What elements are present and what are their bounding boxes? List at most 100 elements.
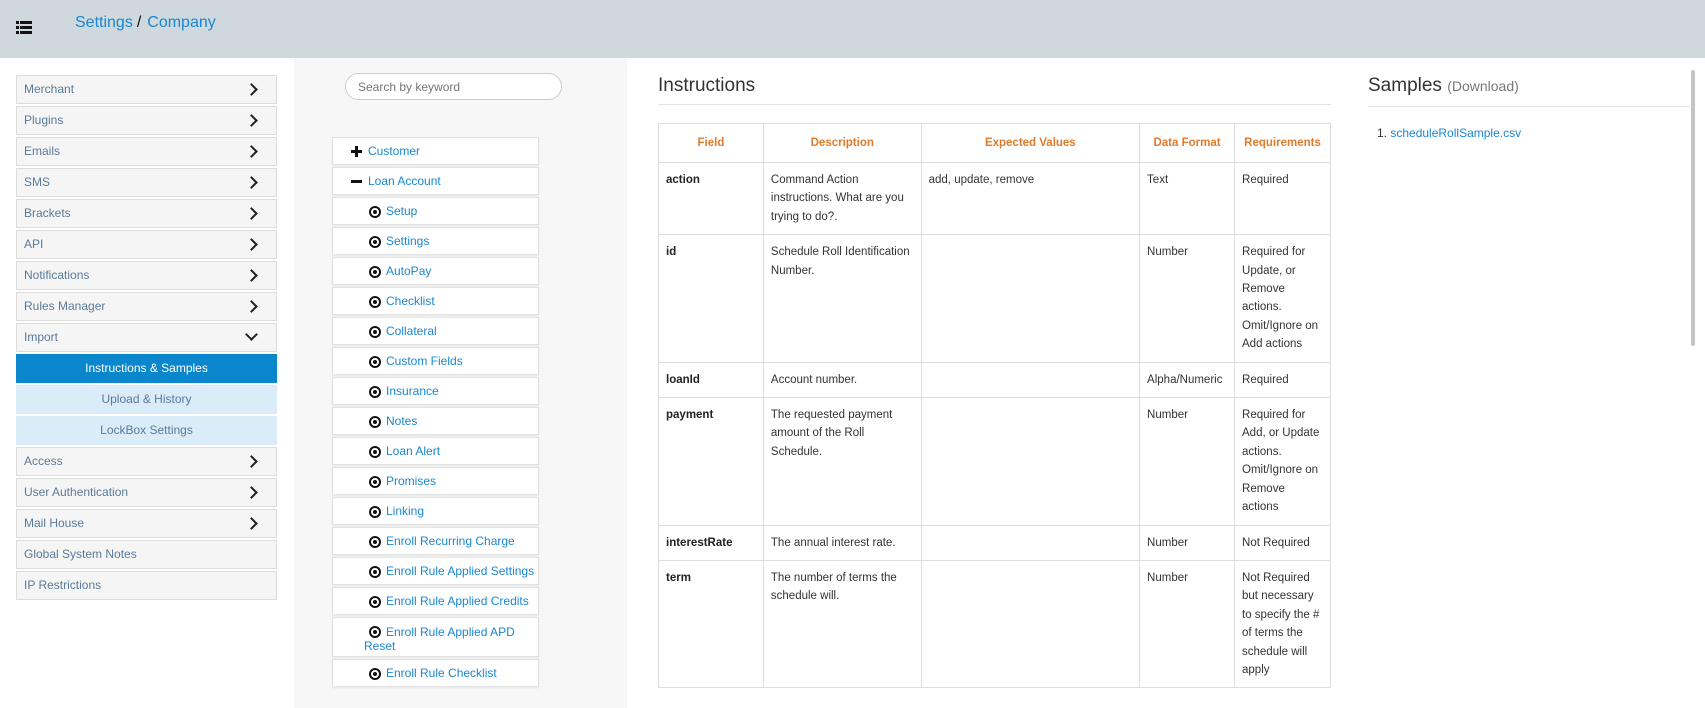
cell-requirements: Required [1234, 161, 1331, 236]
sidebar-item-global-system-notes[interactable]: Global System Notes [16, 540, 277, 569]
cell-field: loanId [658, 361, 764, 399]
sidebar-item-rules-manager[interactable]: Rules Manager [16, 292, 277, 321]
sidebar-item-label: IP Restrictions [24, 578, 102, 592]
tree-item-label-line2: Reset [364, 639, 396, 653]
tree-item-enroll-recurring-charge[interactable]: Enroll Recurring Charge [332, 527, 539, 555]
cell-requirements: Required [1234, 361, 1331, 399]
tree-item-loan-account[interactable]: Loan Account [332, 167, 539, 195]
sidebar-item-brackets[interactable]: Brackets [16, 199, 277, 228]
tree-item-label: Setup [386, 204, 418, 218]
cell-requirements: Not Required [1234, 524, 1331, 561]
cell-format: Alpha/Numeric [1139, 361, 1236, 399]
cell-format: Number [1139, 234, 1236, 363]
import-tree: Customer Loan Account Setup Settings AutoP… [332, 137, 539, 689]
tree-item-loan-alert[interactable]: Loan Alert [332, 437, 539, 465]
chevron-right-icon [245, 486, 258, 499]
tree-item-label: Promises [386, 474, 437, 488]
cell-expected [920, 361, 1141, 399]
samples-title: Samples (Download) [1368, 75, 1519, 97]
tree-item-label: Checklist [386, 294, 435, 308]
radio-dot-icon [369, 416, 381, 428]
cell-description: Account number. [762, 361, 922, 399]
tree-item-collateral[interactable]: Collateral [332, 317, 539, 345]
tree-item-label: Collateral [386, 324, 437, 338]
tree-item-label: Notes [386, 414, 418, 428]
sidebar-item-api[interactable]: API [16, 230, 277, 259]
tree-item-label: Loan Account [368, 174, 441, 188]
tree-item-settings[interactable]: Settings [332, 227, 539, 255]
tree-item-setup[interactable]: Setup [332, 197, 539, 225]
sidebar-item-notifications[interactable]: Notifications [16, 261, 277, 290]
sidebar-item-mail-house[interactable]: Mail House [16, 509, 277, 538]
sidebar-item-label: Import [24, 330, 59, 344]
tree-item-label: Loan Alert [386, 444, 441, 458]
table-row: interestRate The annual interest rate. Num… [658, 524, 1331, 561]
sidebar-item-sms[interactable]: SMS [16, 168, 277, 197]
radio-dot-icon [369, 386, 381, 398]
cell-field: interestRate [658, 524, 764, 561]
cell-requirements: Required for Add, or Update actions. Omi… [1234, 397, 1331, 526]
tree-item-linking[interactable]: Linking [332, 497, 539, 525]
settings-sidebar: Merchant Plugins Emails SMS Brackets API Notif… [16, 75, 277, 602]
minus-icon[interactable] [351, 180, 362, 183]
radio-dot-icon [369, 506, 381, 518]
sidebar-item-user-authentication[interactable]: User Authentication [16, 478, 277, 507]
sidebar-item-merchant[interactable]: Merchant [16, 75, 277, 104]
cell-description: The annual interest rate. [762, 524, 922, 561]
menu-icon[interactable] [16, 21, 32, 35]
download-link[interactable]: (Download) [1447, 78, 1519, 94]
tree-item-checklist[interactable]: Checklist [332, 287, 539, 315]
tree-item-label: Enroll Rule Applied Credits [386, 594, 529, 608]
tree-item-label: Customer [368, 144, 421, 158]
divider [658, 104, 1331, 105]
search-input[interactable] [345, 73, 562, 100]
plus-icon[interactable] [351, 146, 362, 157]
tree-item-label: Settings [386, 234, 430, 248]
sidebar-item-access[interactable]: Access [16, 447, 277, 476]
tree-item-insurance[interactable]: Insurance [332, 377, 539, 405]
tree-item-enroll-rule-applied-apd-reset[interactable]: Enroll Rule Applied APD Reset [332, 617, 539, 657]
tree-item-promises[interactable]: Promises [332, 467, 539, 495]
radio-dot-icon [369, 536, 381, 548]
sample-file-link[interactable]: scheduleRollSample.csv [1390, 126, 1521, 140]
breadcrumb-settings[interactable]: Settings [75, 14, 133, 31]
tree-item-autopay[interactable]: AutoPay [332, 257, 539, 285]
cell-format: Number [1139, 524, 1236, 561]
column-header-expected-values: Expected Values [920, 123, 1141, 163]
sidebar-item-plugins[interactable]: Plugins [16, 106, 277, 135]
column-header-data-format: Data Format [1139, 123, 1236, 163]
tree-item-notes[interactable]: Notes [332, 407, 539, 435]
breadcrumb-company[interactable]: Company [147, 14, 215, 31]
table-header-row: Field Description Expected Values Data Form… [658, 123, 1331, 163]
scrollbar[interactable] [1691, 70, 1695, 346]
tree-item-custom-fields[interactable]: Custom Fields [332, 347, 539, 375]
radio-dot-icon [369, 596, 381, 608]
tree-item-enroll-rule-applied-settings[interactable]: Enroll Rule Applied Settings [332, 557, 539, 585]
sidebar-subitem-upload-history[interactable]: Upload & History [16, 385, 277, 414]
sidebar-subitem-instructions-samples[interactable]: Instructions & Samples [16, 354, 277, 383]
sidebar-item-label: Access [24, 454, 63, 468]
sidebar-item-label: Merchant [24, 82, 75, 96]
sidebar-item-import[interactable]: Import [16, 323, 277, 352]
tree-item-customer[interactable]: Customer [332, 137, 539, 165]
sidebar-item-ip-restrictions[interactable]: IP Restrictions [16, 571, 277, 600]
tree-item-enroll-rule-applied-credits[interactable]: Enroll Rule Applied Credits [332, 587, 539, 615]
column-header-requirements: Requirements [1234, 123, 1331, 163]
sidebar-subitem-lockbox-settings[interactable]: LockBox Settings [16, 416, 277, 445]
chevron-right-icon [245, 114, 258, 127]
column-header-description: Description [762, 123, 922, 163]
sidebar-item-label: API [24, 237, 44, 251]
breadcrumb: Settings / Company [75, 14, 216, 32]
tree-item-enroll-rule-checklist[interactable]: Enroll Rule Checklist [332, 659, 539, 687]
samples-heading: Samples [1368, 75, 1442, 96]
cell-description: Schedule Roll Identification Number. [762, 234, 922, 363]
table-row: payment The requested payment amount of t… [658, 397, 1331, 526]
samples-list: 1. scheduleRollSample.csv [1377, 126, 1521, 140]
radio-dot-icon [369, 236, 381, 248]
radio-dot-icon [369, 206, 381, 218]
tree-item-label: Enroll Recurring Charge [386, 534, 515, 548]
sidebar-item-emails[interactable]: Emails [16, 137, 277, 166]
chevron-right-icon [245, 300, 258, 313]
table-row: id Schedule Roll Identification Number. Nu… [658, 234, 1331, 363]
radio-dot-icon [369, 668, 381, 680]
